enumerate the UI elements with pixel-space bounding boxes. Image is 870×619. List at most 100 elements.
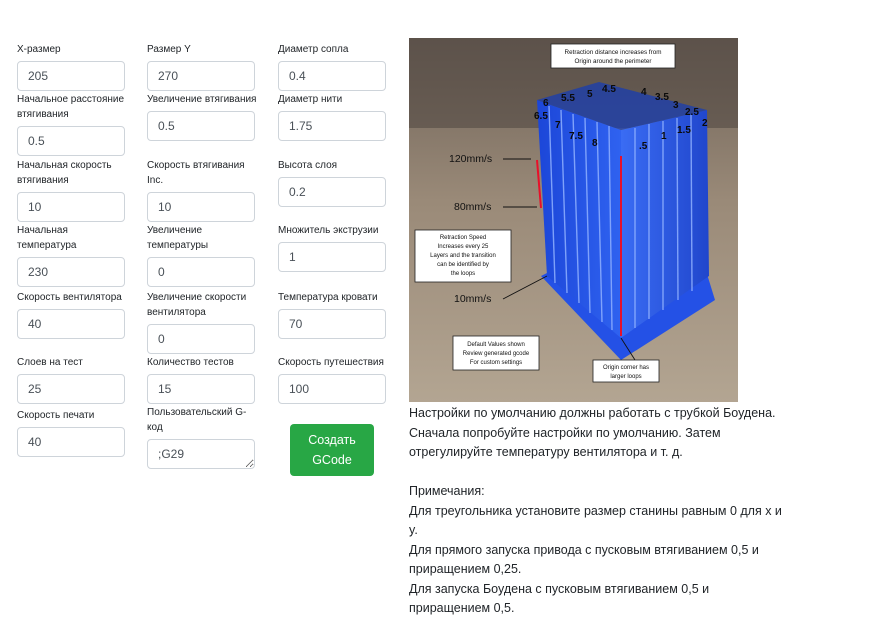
num-tests-input[interactable] — [147, 374, 255, 404]
layer-height-input[interactable] — [278, 177, 386, 207]
distance-number: 6 — [543, 98, 549, 109]
custom-gcode-textarea[interactable]: ;G29 — [147, 439, 255, 469]
speed-note-line: Retraction Speed — [440, 235, 486, 241]
speed-note-line: Layers and the transition — [430, 253, 496, 259]
retract-start-field: Начальное расстояние втягивания — [17, 92, 127, 156]
temp-start-label: Начальная температура — [17, 225, 77, 251]
temp-inc-input[interactable] — [147, 257, 255, 287]
retract-speed-label: Начальная скорость втягивания — [17, 160, 112, 186]
retract-start-label: Начальное расстояние втягивания — [17, 94, 125, 120]
extrusion-mult-input[interactable] — [278, 242, 386, 272]
description: Настройки по умолчанию должны работать с… — [409, 404, 787, 619]
distance-number: 1 — [661, 131, 667, 142]
distance-number: .5 — [639, 141, 648, 152]
temp-start-input[interactable] — [17, 257, 125, 287]
print-speed-label: Скорость печати — [17, 410, 95, 421]
distance-number: 5.5 — [561, 93, 575, 104]
fan-inc-input[interactable] — [147, 324, 255, 354]
layer-height-field: Высота слоя — [278, 158, 388, 207]
layers-per-test-input[interactable] — [17, 374, 125, 404]
note-direct-drive: Для прямого запуска привода с пусковым в… — [409, 542, 759, 577]
nozzle-label: Диаметр сопла — [278, 44, 349, 55]
filament-input[interactable] — [278, 111, 386, 141]
num-tests-label: Количество тестов — [147, 357, 234, 368]
x-size-field: X-размер — [17, 42, 127, 91]
retract-inc-input[interactable] — [147, 111, 255, 141]
extrusion-mult-field: Множитель экструзии — [278, 223, 388, 272]
distance-number: 2 — [702, 118, 708, 129]
fan-speed-input[interactable] — [17, 309, 125, 339]
temp-inc-label: Увеличение температуры — [147, 225, 209, 251]
temp-inc-field: Увеличение температуры — [147, 223, 257, 287]
nozzle-field: Диаметр сопла — [278, 42, 388, 91]
speed-note-line: the loops — [451, 271, 475, 277]
distance-number: 8 — [592, 138, 598, 149]
layers-per-test-field: Слоев на тест — [17, 355, 127, 404]
custom-gcode-field: Пользовательский G-код ;G29 — [147, 405, 257, 469]
speed-label-80: 80mm/s — [454, 201, 491, 213]
y-size-field: Размер Y — [147, 42, 257, 91]
x-size-label: X-размер — [17, 44, 61, 55]
travel-speed-field: Скорость путешествия — [278, 355, 388, 404]
speed-note-line: can be identified by — [437, 262, 489, 268]
y-size-input[interactable] — [147, 61, 255, 91]
top-note-line-2: Origin around the perimeter — [574, 58, 651, 65]
retract-speed-inc-label: Скорость втягивания Inc. — [147, 160, 245, 186]
retract-inc-field: Увеличение втягивания — [147, 92, 257, 141]
top-note-line-1: Retraction distance increases from — [565, 49, 662, 56]
temp-start-field: Начальная температура — [17, 223, 127, 287]
distance-number: 5 — [587, 89, 593, 100]
filament-field: Диаметр нити — [278, 92, 388, 141]
travel-speed-label: Скорость путешествия — [278, 357, 384, 368]
distance-number: 7.5 — [569, 131, 583, 142]
default-note-line: For custom settings — [470, 360, 522, 366]
custom-gcode-label: Пользовательский G-код — [147, 407, 247, 433]
note-triangle: Для треугольника установите размер стани… — [409, 503, 782, 538]
fan-speed-label: Скорость вентилятора — [17, 292, 122, 303]
print-speed-input[interactable] — [17, 427, 125, 457]
distance-number: 4 — [641, 87, 647, 98]
distance-number: 1.5 — [677, 125, 691, 136]
bed-temp-label: Температура кровати — [278, 292, 378, 303]
default-note-line: Default Values shown — [467, 342, 525, 348]
retract-speed-inc-input[interactable] — [147, 192, 255, 222]
speed-note-line: Increases every 25 — [438, 244, 489, 250]
origin-note-line: larger loops — [610, 374, 641, 380]
bed-temp-input[interactable] — [278, 309, 386, 339]
nozzle-input[interactable] — [278, 61, 386, 91]
default-note-line: Review generated gcode — [463, 351, 530, 357]
distance-number: 6.5 — [534, 111, 548, 122]
note-bowden: Для запуска Боудена с пусковым втягивани… — [409, 581, 710, 616]
retract-inc-label: Увеличение втягивания — [147, 94, 257, 105]
fan-inc-field: Увеличение скорости вентилятора — [147, 290, 257, 354]
fan-inc-label: Увеличение скорости вентилятора — [147, 292, 247, 318]
fan-speed-field: Скорость вентилятора — [17, 290, 127, 339]
retract-start-input[interactable] — [17, 126, 125, 156]
distance-number: 3 — [673, 100, 679, 111]
retract-speed-field: Начальная скорость втягивания — [17, 158, 127, 222]
speed-label-120: 120mm/s — [449, 153, 492, 165]
distance-number: 4.5 — [602, 84, 616, 95]
y-size-label: Размер Y — [147, 44, 191, 55]
distance-number: 2.5 — [685, 107, 699, 118]
retraction-tower-photo: Retraction distance increases from Origi… — [409, 38, 738, 402]
description-intro: Настройки по умолчанию должны работать с… — [409, 406, 776, 459]
extrusion-mult-label: Множитель экструзии — [278, 225, 379, 236]
retract-speed-input[interactable] — [17, 192, 125, 222]
layer-height-label: Высота слоя — [278, 160, 338, 171]
print-speed-field: Скорость печати — [17, 408, 127, 457]
origin-note-line: Origin corner has — [603, 365, 649, 371]
generate-gcode-button[interactable]: Создать GCode — [290, 424, 374, 476]
layers-per-test-label: Слоев на тест — [17, 357, 83, 368]
retract-speed-inc-field: Скорость втягивания Inc. — [147, 158, 257, 222]
bed-temp-field: Температура кровати — [278, 290, 388, 339]
num-tests-field: Количество тестов — [147, 355, 257, 404]
speed-label-10: 10mm/s — [454, 293, 491, 305]
travel-speed-input[interactable] — [278, 374, 386, 404]
filament-label: Диаметр нити — [278, 94, 343, 105]
x-size-input[interactable] — [17, 61, 125, 91]
distance-number: 3.5 — [655, 92, 669, 103]
distance-number: 7 — [555, 120, 561, 131]
notes-title: Примечания: — [409, 484, 485, 498]
